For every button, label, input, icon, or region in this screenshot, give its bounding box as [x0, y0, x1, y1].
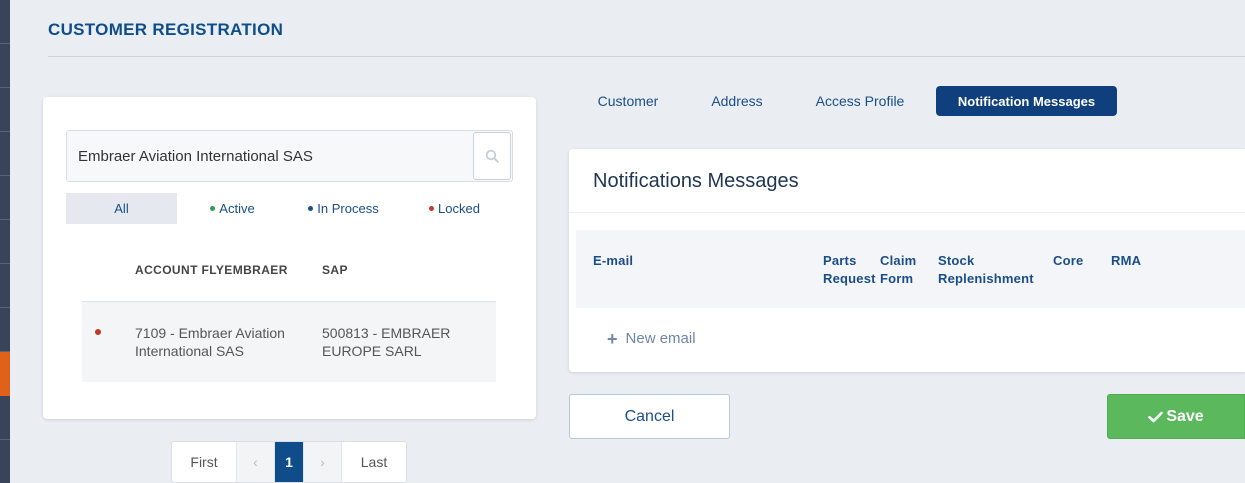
- customer-search-card: Embraer Aviation International SAS All A…: [43, 97, 536, 419]
- column-header-rma: RMA: [1111, 252, 1141, 270]
- table-row[interactable]: 7109 - Embraer Aviation International SA…: [82, 302, 496, 382]
- search-input-value[interactable]: Embraer Aviation International SAS: [78, 148, 313, 165]
- header-text: Replenishment: [938, 271, 1034, 286]
- new-email-label: New email: [625, 330, 696, 347]
- filter-label: Active: [219, 201, 255, 216]
- active-dot-icon: [210, 206, 216, 211]
- header-text: RMA: [1111, 253, 1142, 268]
- status-filter-group: All Active In Process Locked: [66, 193, 513, 224]
- account-line: 7109 - Embraer Aviation: [135, 325, 285, 341]
- filter-in-process[interactable]: In Process: [288, 193, 399, 224]
- locked-dot-icon: [429, 206, 435, 211]
- header-text: Form: [880, 271, 914, 286]
- pagination: First ‹ 1 › Last: [171, 441, 407, 483]
- sidebar-item[interactable]: [0, 132, 10, 176]
- new-email-button[interactable]: + New email: [607, 328, 696, 349]
- save-button[interactable]: Save: [1107, 394, 1245, 439]
- sap-line: EUROPE SARL: [322, 343, 422, 359]
- sidebar-item[interactable]: [0, 308, 10, 352]
- header-text: E-mail: [593, 253, 634, 268]
- column-header-stock-replenishment: Stock Replenishment: [938, 252, 1034, 288]
- page-title: CUSTOMER REGISTRATION: [48, 20, 284, 39]
- column-header-account: ACCOUNT FLYEMBRAER: [135, 263, 288, 277]
- column-header-core: Core: [1053, 252, 1083, 270]
- title-divider: [48, 56, 1245, 57]
- sidebar-item-active[interactable]: [0, 352, 10, 396]
- filter-label: In Process: [317, 201, 379, 216]
- sidebar-item[interactable]: [0, 44, 10, 88]
- header-text: Core: [1053, 253, 1084, 268]
- locked-status-dot-icon: [95, 329, 101, 335]
- sidebar-item[interactable]: [0, 220, 10, 264]
- check-icon: [1148, 411, 1164, 422]
- search-button[interactable]: [473, 132, 511, 180]
- sidebar-item[interactable]: [0, 0, 10, 44]
- page-first-button[interactable]: First: [172, 442, 237, 482]
- account-line: International SAS: [135, 343, 244, 359]
- page-current-button[interactable]: 1: [275, 442, 304, 482]
- sap-line: 500813 - EMBRAER: [322, 325, 451, 341]
- sidebar-item[interactable]: [0, 396, 10, 440]
- in-process-dot-icon: [308, 206, 314, 211]
- tab-access-profile[interactable]: Access Profile: [805, 86, 915, 116]
- sap-cell: 500813 - EMBRAER EUROPE SARL: [322, 324, 450, 360]
- header-text: Parts: [823, 253, 857, 268]
- tab-customer[interactable]: Customer: [583, 86, 673, 116]
- save-label: Save: [1166, 407, 1204, 425]
- tab-address[interactable]: Address: [697, 86, 777, 116]
- filter-label: All: [114, 201, 129, 216]
- notifications-card: Notifications Messages E-mail Parts Requ…: [569, 149, 1245, 372]
- notifications-table-header: E-mail Parts Request Claim Form Stock Re…: [576, 230, 1245, 308]
- filter-all[interactable]: All: [66, 193, 177, 224]
- cancel-label: Cancel: [624, 407, 675, 425]
- cancel-button[interactable]: Cancel: [569, 394, 730, 439]
- app-sidebar: [0, 0, 10, 483]
- filter-active[interactable]: Active: [177, 193, 288, 224]
- column-header-sap: SAP: [322, 263, 348, 277]
- sidebar-item[interactable]: [0, 176, 10, 220]
- filter-locked[interactable]: Locked: [399, 193, 510, 224]
- tab-notification-messages[interactable]: Notification Messages: [936, 86, 1117, 116]
- search-input[interactable]: Embraer Aviation International SAS: [66, 130, 513, 182]
- sidebar-item[interactable]: [0, 264, 10, 308]
- header-text: Stock: [938, 253, 975, 268]
- page-last-button[interactable]: Last: [342, 442, 406, 482]
- page-next-button[interactable]: ›: [304, 442, 342, 482]
- plus-icon: +: [607, 328, 618, 349]
- page-prev-button[interactable]: ‹: [237, 442, 275, 482]
- sidebar-item[interactable]: [0, 440, 10, 483]
- search-icon: [485, 149, 499, 163]
- column-header-email: E-mail: [593, 252, 633, 270]
- account-cell: 7109 - Embraer Aviation International SA…: [135, 324, 285, 360]
- section-divider: [569, 212, 1245, 213]
- column-header-parts-request: Parts Request: [823, 252, 876, 288]
- header-text: Request: [823, 271, 876, 286]
- sidebar-item[interactable]: [0, 88, 10, 132]
- header-text: Claim: [880, 253, 917, 268]
- column-header-claim-form: Claim Form: [880, 252, 916, 288]
- filter-label: Locked: [438, 201, 480, 216]
- section-title: Notifications Messages: [593, 170, 799, 192]
